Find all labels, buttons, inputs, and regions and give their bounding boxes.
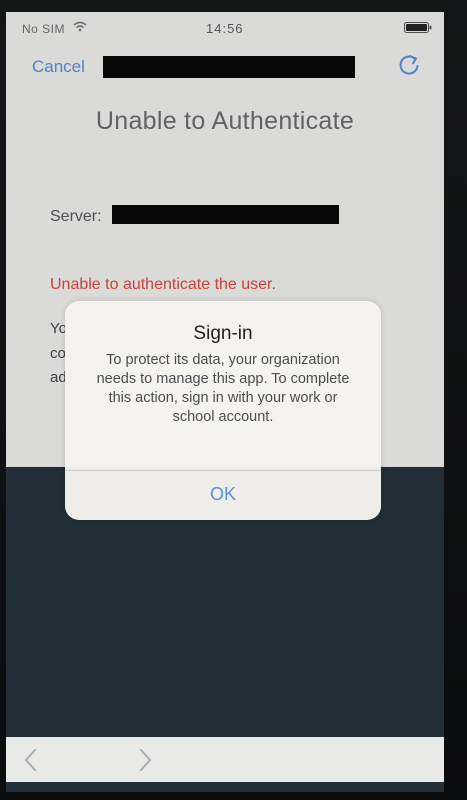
alert-message: To protect its data, your organization n…	[96, 352, 350, 425]
back-icon[interactable]	[22, 748, 40, 772]
alert-title: Sign-in	[193, 323, 253, 344]
screen: No SIM 14:56 Cancel Unable to Authentica…	[6, 12, 444, 792]
forward-icon[interactable]	[136, 748, 154, 772]
sign-in-alert: Sign-in To protect its data, your organi…	[65, 301, 381, 520]
ok-button[interactable]: OK	[65, 471, 381, 520]
bottom-toolbar	[6, 737, 444, 782]
phone-bezel: No SIM 14:56 Cancel Unable to Authentica…	[0, 0, 467, 800]
